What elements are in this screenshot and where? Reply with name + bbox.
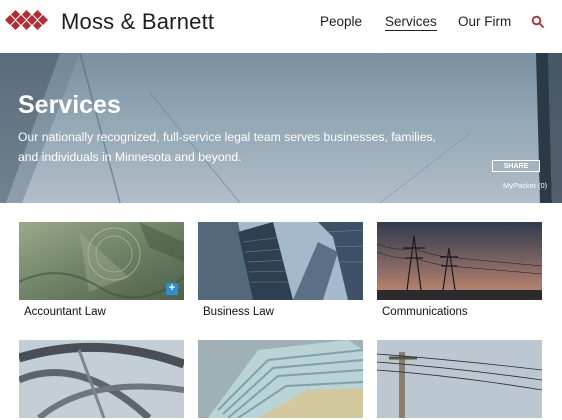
power-lines-image (377, 222, 542, 300)
service-card-4[interactable] (19, 340, 184, 418)
site-header: Moss & Barnett People Services Our Firm (0, 0, 562, 48)
brand-name[interactable]: Moss & Barnett (61, 9, 214, 35)
hero-description: Our nationally recognized, full-service … (18, 130, 436, 164)
service-card-accountant-law[interactable]: + Accountant Law (19, 222, 184, 318)
card-label: Accountant Law (24, 306, 106, 318)
search-icon[interactable] (531, 15, 545, 29)
plus-icon[interactable]: + (166, 283, 178, 295)
bridge-image (19, 340, 184, 418)
service-card-communications[interactable]: Communications (377, 222, 542, 318)
utility-pole-image (377, 340, 542, 418)
nav-services[interactable]: Services (385, 14, 437, 31)
money-image: + (19, 222, 184, 300)
page-title: Services (18, 91, 121, 119)
service-card-5[interactable] (198, 340, 363, 418)
service-card-6[interactable] (377, 340, 542, 418)
card-label: Communications (382, 306, 468, 318)
service-card-business-law[interactable]: Business Law (198, 222, 363, 318)
nav-people[interactable]: People (320, 14, 362, 29)
share-button[interactable]: SHARE (492, 160, 540, 172)
diamond-logo-icon[interactable] (4, 10, 50, 32)
mypacket-link[interactable]: MyPacket (0) (503, 181, 547, 190)
nav-our-firm[interactable]: Our Firm (458, 14, 511, 29)
card-label: Business Law (203, 306, 274, 318)
files-image (198, 340, 363, 418)
hero-banner: Services Our nationally recognized, full… (0, 53, 562, 203)
buildings-image (198, 222, 363, 300)
